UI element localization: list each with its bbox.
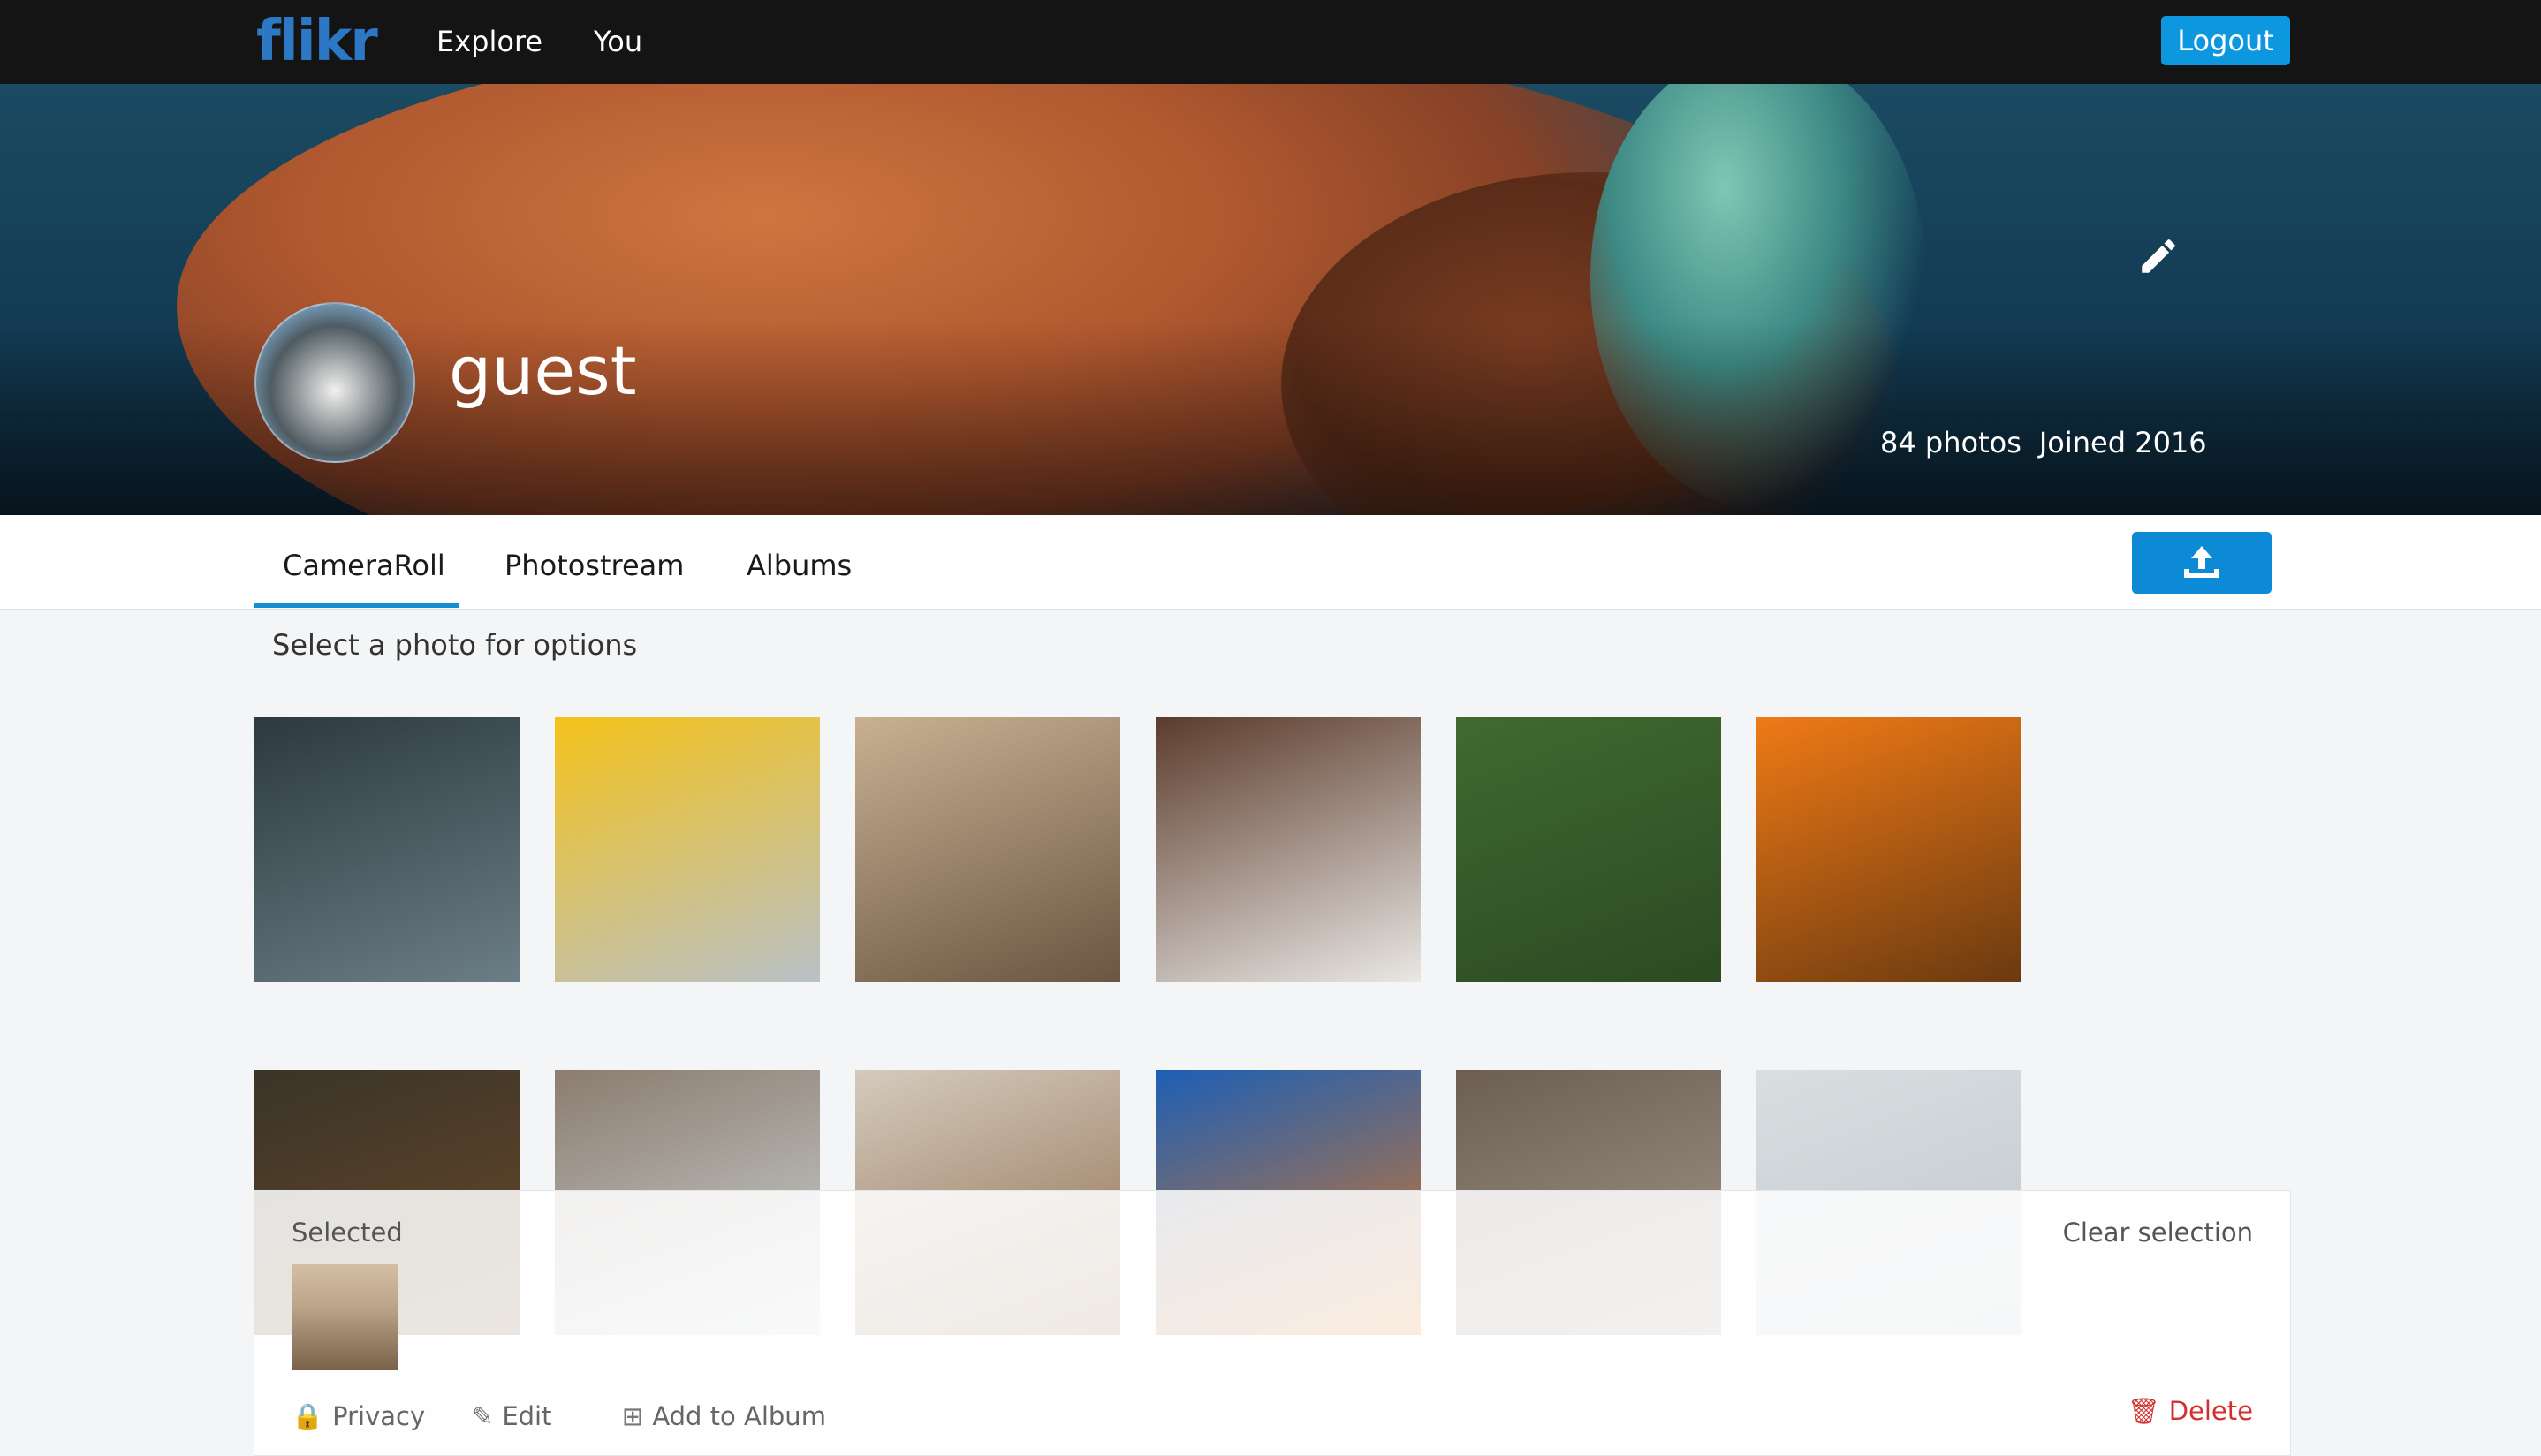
add-to-album-action[interactable]: ⊞ Add to Album bbox=[622, 1401, 826, 1431]
joined-date: Joined 2016 bbox=[2038, 426, 2207, 459]
clear-selection-link[interactable]: Clear selection bbox=[2063, 1217, 2253, 1247]
avatar[interactable] bbox=[254, 302, 415, 463]
edit-action[interactable]: ✎ Edit bbox=[472, 1401, 551, 1431]
photo-thumbnail-barren-trees[interactable] bbox=[855, 717, 1120, 982]
upload-button[interactable] bbox=[2132, 532, 2272, 594]
edit-icon: ✎ bbox=[472, 1401, 494, 1431]
logout-button[interactable]: Logout bbox=[2161, 16, 2290, 65]
profile-stats: 84 photos Joined 2016 bbox=[1880, 426, 2225, 459]
flickr-logo[interactable]: flikr bbox=[256, 9, 378, 74]
photo-thumbnail-sunflower[interactable] bbox=[555, 717, 820, 982]
tab-cameraroll[interactable]: CameraRoll bbox=[283, 549, 445, 582]
selection-panel: Selected Clear selection 🔒 Privacy ✎ Edit … bbox=[254, 1190, 2291, 1456]
nav-explore[interactable]: Explore bbox=[436, 25, 542, 58]
trash-icon: 🗑 bbox=[2127, 1396, 2160, 1426]
delete-action[interactable]: 🗑 Delete bbox=[2128, 1396, 2253, 1427]
top-navbar: flikr Explore You Logout bbox=[0, 0, 2541, 84]
edit-cover-pencil-icon[interactable] bbox=[2136, 234, 2181, 278]
upload-icon bbox=[2184, 546, 2219, 578]
lock-icon: 🔒 bbox=[292, 1401, 324, 1431]
active-tab-indicator bbox=[254, 603, 459, 608]
photo-thumbnail-aerial-green-valley[interactable] bbox=[1456, 717, 1721, 982]
tab-albums[interactable]: Albums bbox=[747, 549, 852, 582]
profile-username: guest bbox=[449, 331, 637, 410]
photo-thumbnail-orange-flower-droplets[interactable] bbox=[1756, 717, 2021, 982]
photo-count: 84 photos bbox=[1880, 426, 2021, 459]
nav-you[interactable]: You bbox=[594, 25, 642, 58]
tab-photostream[interactable]: Photostream bbox=[504, 549, 684, 582]
privacy-action[interactable]: 🔒 Privacy bbox=[292, 1401, 425, 1432]
selected-photo-thumbnail[interactable] bbox=[292, 1264, 398, 1370]
plus-square-icon: ⊞ bbox=[622, 1401, 644, 1431]
photo-thumbnail-coffee-pour-over[interactable] bbox=[254, 717, 520, 982]
selected-label: Selected bbox=[292, 1217, 403, 1247]
photo-thumbnail-child-reading-bible[interactable] bbox=[1156, 717, 1421, 982]
selection-hint: Select a photo for options bbox=[272, 628, 638, 662]
